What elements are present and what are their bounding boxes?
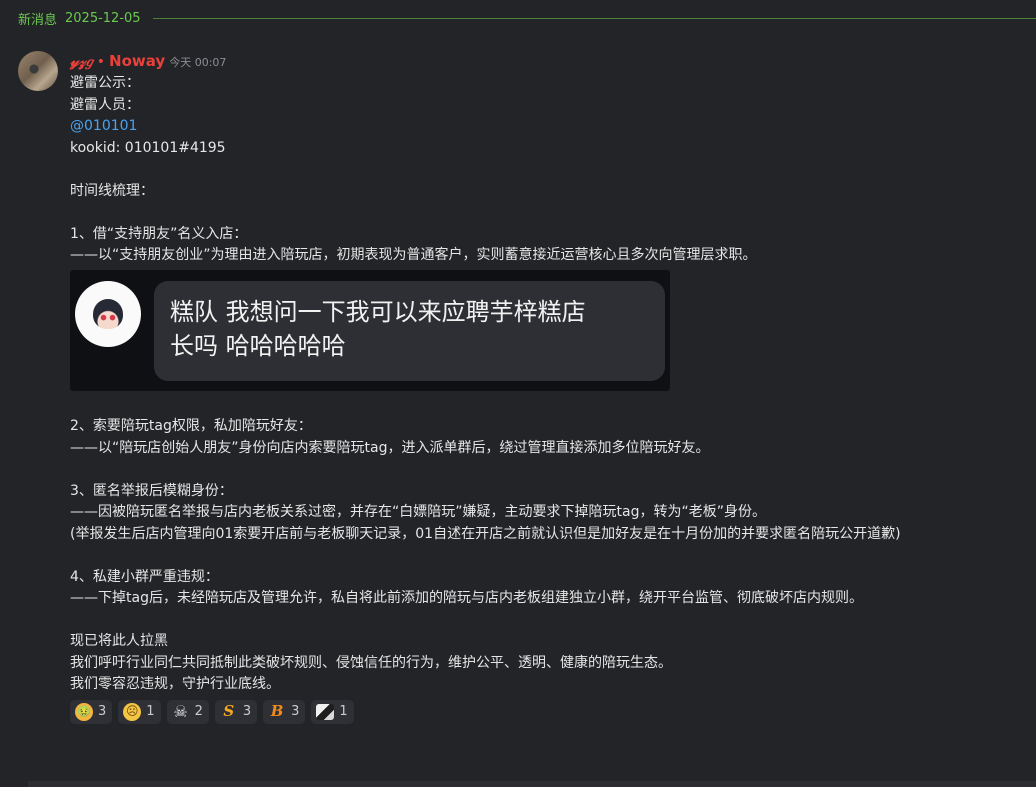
skull-crossbones-icon: ☠ bbox=[173, 701, 188, 721]
message-line: 避雷公示： bbox=[70, 75, 140, 91]
reaction-count: 1 bbox=[339, 703, 348, 719]
author-name-separator: • bbox=[96, 54, 106, 70]
nauseated-face-icon: 🤢 bbox=[75, 702, 93, 721]
message-line: 我们零容忍违规，守护行业底线。 bbox=[70, 676, 280, 692]
message-line: 4、私建小群严重违规： bbox=[70, 568, 219, 585]
message-line: 2、索要陪玩tag权限，私加陪玩好友： bbox=[70, 418, 312, 434]
chat-bubble-line: 长吗 哈哈哈哈哈 bbox=[170, 331, 346, 360]
message-line: ——以“支持朋友创业”为理由进入陪玩店，初期表现为普通客户，实则蓄意接近运营核心… bbox=[70, 247, 757, 263]
reaction-count: 3 bbox=[291, 703, 300, 719]
new-messages-label: 新消息 bbox=[18, 12, 58, 28]
embedded-chat-screenshot[interactable]: 糕队 我想问一下我可以来应聘芋梓糕店 长吗 哈哈哈哈哈 bbox=[70, 269, 670, 391]
reaction-nauseated[interactable]: 🤢 3 bbox=[70, 699, 113, 724]
message-header: 𝓎𝓏𝑔 • Noway 今天 00:07 bbox=[70, 52, 226, 70]
letter-s-icon: S bbox=[223, 701, 235, 720]
reaction-count: 2 bbox=[194, 703, 203, 719]
reaction-letter-b[interactable]: B 3 bbox=[263, 699, 306, 724]
message-line: 1、借“支持朋友”名义入店： bbox=[70, 225, 248, 242]
message-line: 避雷人员： bbox=[70, 96, 140, 113]
anime-avatar-icon bbox=[93, 298, 123, 329]
message-body: 避雷公示： 避雷人员： @010101 kookid: 010101#4195 … bbox=[70, 73, 1032, 724]
message-line: 我们呼吁行业同仁共同抵制此类破坏规则、侵蚀信任的行为，维护公平、透明、健康的陪玩… bbox=[70, 654, 672, 671]
letter-b-icon: B bbox=[270, 701, 284, 720]
reaction-bar: 🤢 3 ☹ 1 ☠ 2 S 3 B 3 1 bbox=[70, 699, 1032, 724]
message-input-edge bbox=[28, 781, 1036, 787]
message-timestamp: 今天 00:07 bbox=[169, 56, 227, 69]
message-line: kookid: 010101#4195 bbox=[70, 139, 226, 156]
message-line: 3、匿名举报后模糊身份： bbox=[70, 482, 233, 499]
chat-bubble: 糕队 我想问一下我可以来应聘芋梓糕店 长吗 哈哈哈哈哈 bbox=[154, 280, 665, 381]
author-name-part2[interactable]: Noway bbox=[109, 52, 165, 70]
user-mention[interactable]: @010101 bbox=[70, 116, 1032, 138]
reaction-count: 1 bbox=[146, 703, 155, 719]
author-avatar[interactable] bbox=[18, 51, 58, 91]
message-line: 现已将此人拉黑 bbox=[70, 633, 168, 649]
custom-emoji-icon bbox=[316, 703, 335, 720]
message-line: (举报发生后店内管理向01索要开店前与老板聊天记录，01自述在开店之前就认识但是… bbox=[70, 525, 901, 542]
reaction-custom[interactable]: 1 bbox=[311, 699, 354, 724]
reaction-count: 3 bbox=[242, 703, 252, 719]
reaction-worried[interactable]: ☹ 1 bbox=[118, 699, 161, 724]
message-line: ——以“陪玩店创始人朋友”身份向店内索要陪玩tag，进入派单群后，绕过管理直接添… bbox=[70, 439, 710, 456]
chat-avatar bbox=[75, 280, 141, 347]
reaction-letter-s[interactable]: S 3 bbox=[214, 699, 258, 724]
message-line: 时间线梳理： bbox=[70, 182, 154, 199]
new-messages-divider: 新消息 2025-12-05 bbox=[18, 8, 1036, 28]
chat-bubble-line: 糕队 我想问一下我可以来应聘芋梓糕店 bbox=[170, 297, 586, 326]
divider-line bbox=[152, 17, 1036, 19]
divider-date: 2025-12-05 bbox=[65, 10, 141, 26]
reaction-skull[interactable]: ☠ 2 bbox=[166, 699, 209, 724]
author-name-part1[interactable]: 𝓎𝓏𝑔 bbox=[70, 52, 93, 70]
message-line: ——下掉tag后，未经陪玩店及管理允许，私自将此前添加的陪玩与店内老板组建独立小… bbox=[70, 590, 863, 606]
message-line: ——因被陪玩匿名举报与店内老板关系过密，并存在“白嫖陪玩”嫌疑，主动要求下掉陪玩… bbox=[70, 504, 766, 520]
reaction-count: 3 bbox=[98, 703, 107, 719]
worried-face-icon: ☹ bbox=[123, 702, 142, 721]
